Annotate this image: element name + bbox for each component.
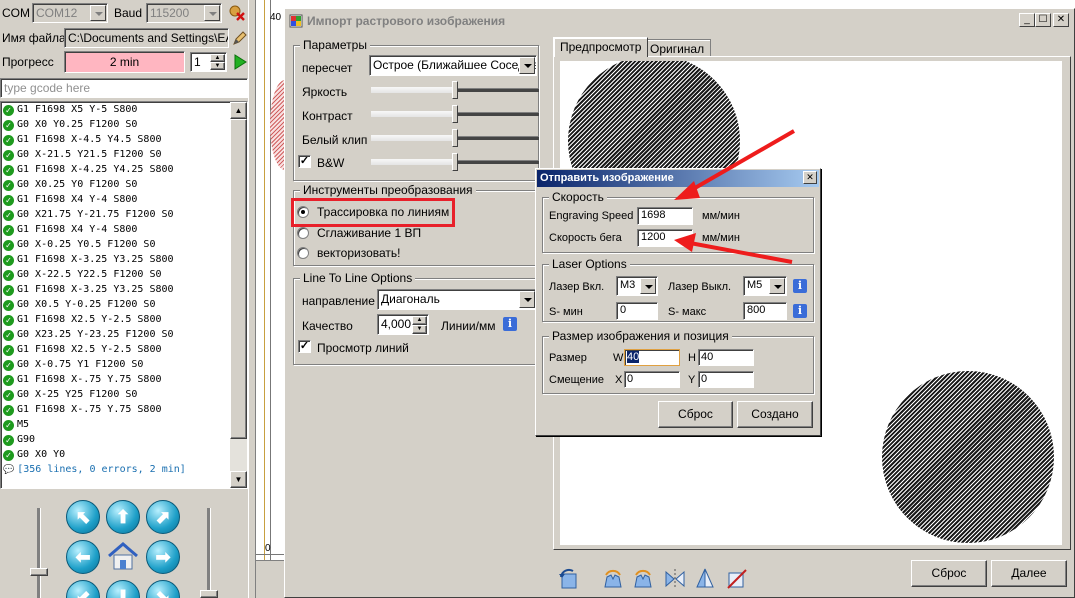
- annotation-arrows: [674, 129, 795, 264]
- annotation-arrow: [674, 233, 793, 264]
- annotation-arrow: [674, 129, 795, 200]
- tab-preview[interactable]: Предпросмотр: [553, 37, 649, 57]
